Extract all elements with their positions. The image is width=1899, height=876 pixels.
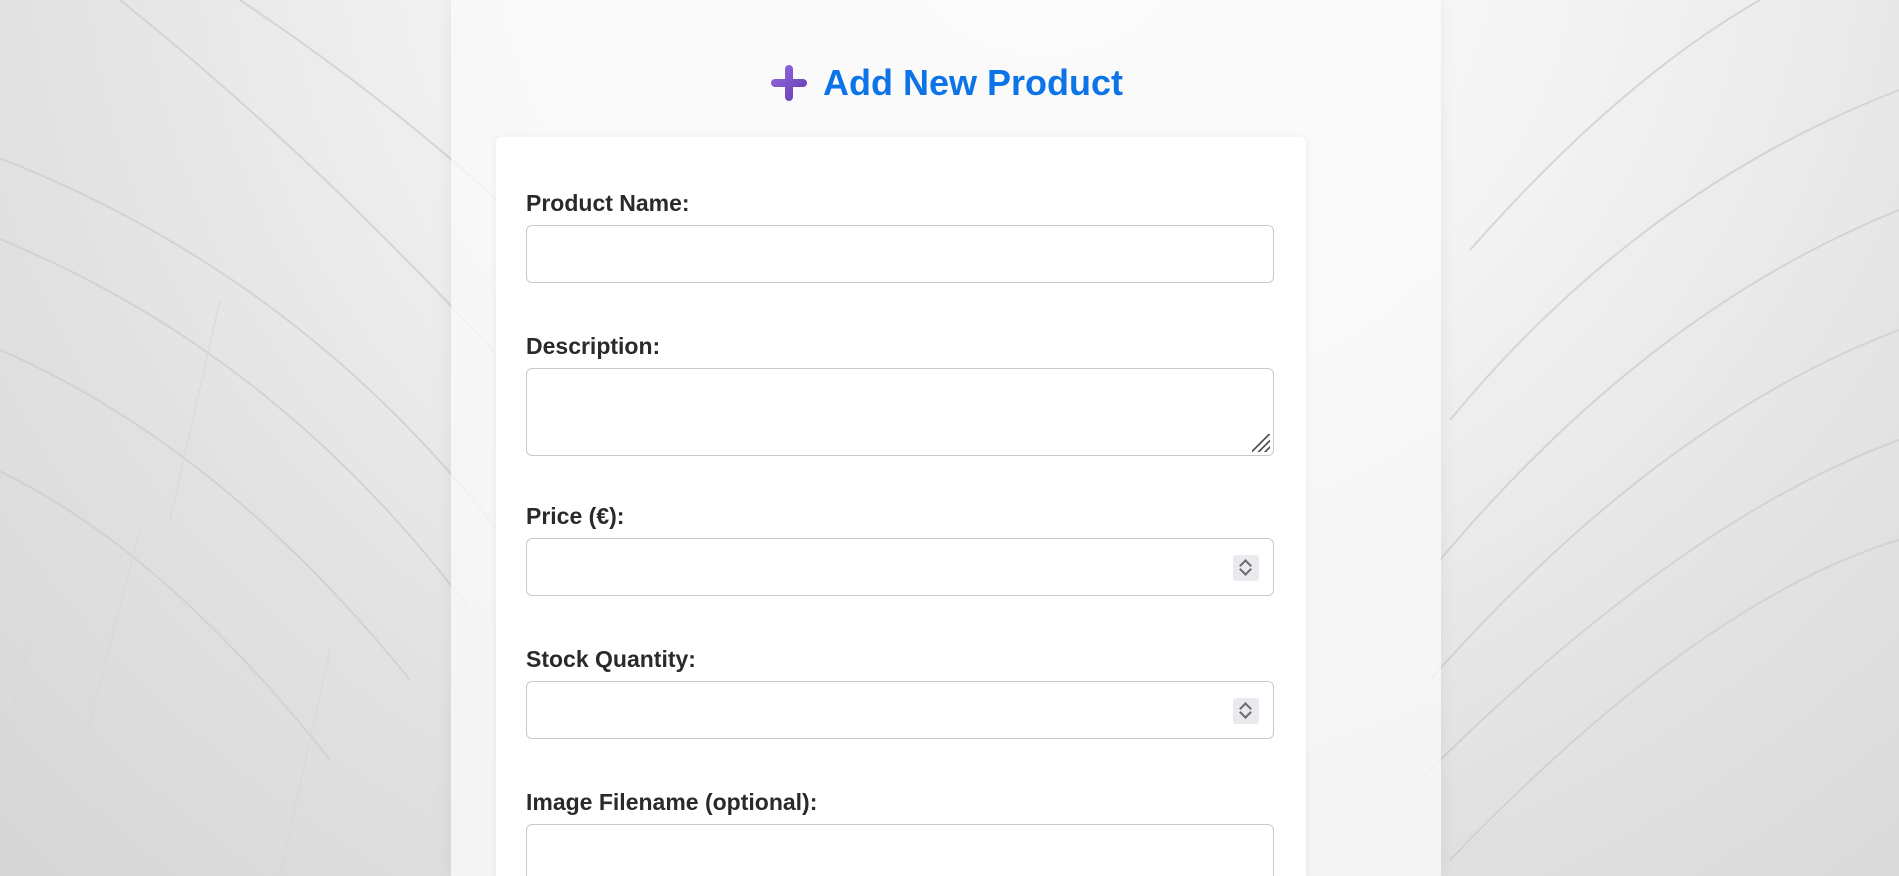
product-form: Product Name: Description: Price (€): St… <box>496 137 1306 876</box>
price-input[interactable] <box>526 538 1274 596</box>
stock-quantity-input[interactable] <box>526 681 1274 739</box>
price-label: Price (€): <box>526 503 625 529</box>
image-filename-input[interactable] <box>526 824 1274 876</box>
page-title-text: Add New Product <box>822 62 1123 103</box>
resize-handle-icon[interactable] <box>1252 434 1270 452</box>
description-label: Description: <box>526 333 661 359</box>
plus-icon <box>769 63 809 103</box>
product-name-input[interactable] <box>526 225 1274 283</box>
page-title: Add New Product <box>451 62 1441 104</box>
number-spinner-icon[interactable] <box>1233 698 1259 724</box>
description-textarea[interactable] <box>526 368 1274 456</box>
product-name-label: Product Name: <box>526 190 690 216</box>
number-spinner-icon[interactable] <box>1233 555 1259 581</box>
image-filename-label: Image Filename (optional): <box>526 789 818 815</box>
stock-quantity-label: Stock Quantity: <box>526 646 696 672</box>
